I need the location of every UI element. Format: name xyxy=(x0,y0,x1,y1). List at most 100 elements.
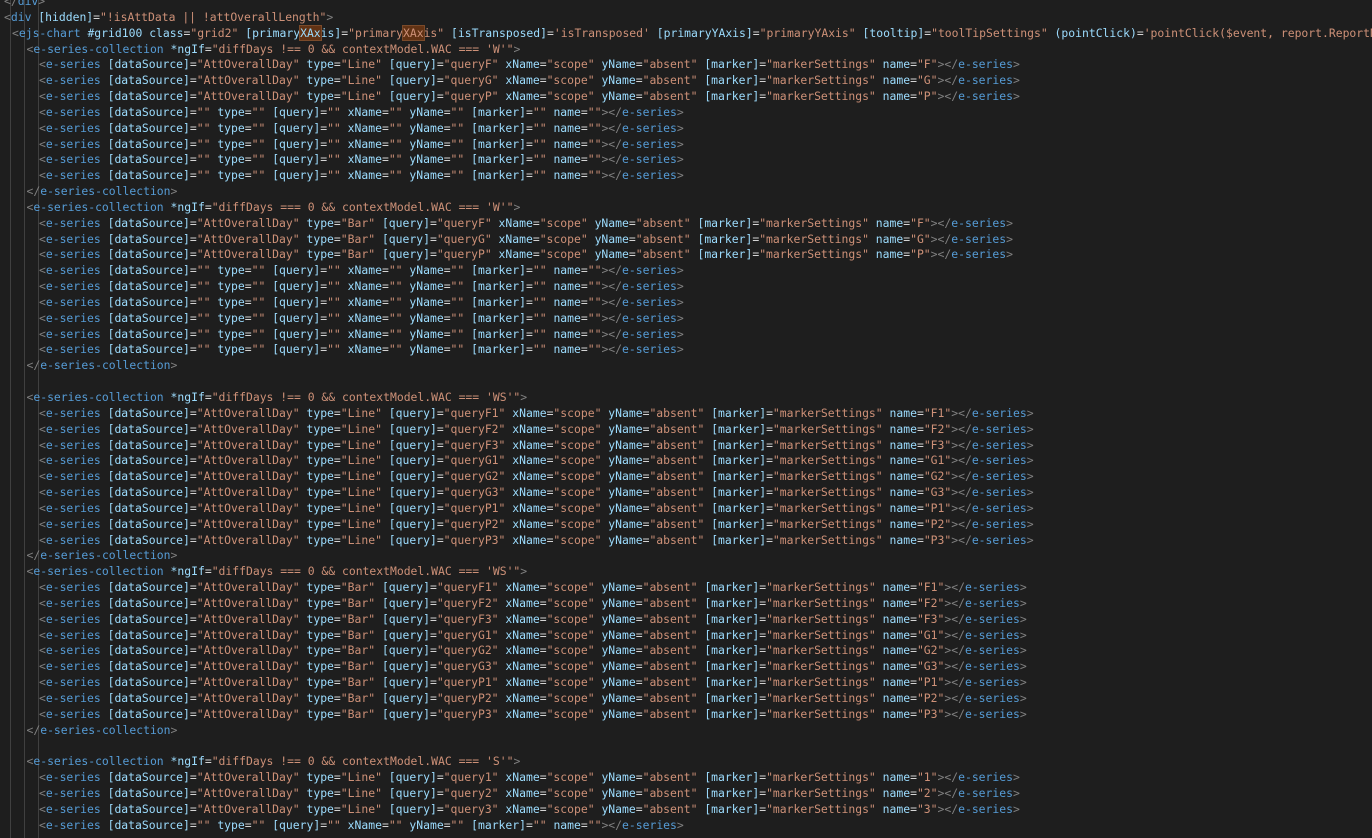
token-str: "absent" xyxy=(642,57,698,72)
token-str: "markerSettings" xyxy=(766,611,876,626)
token-p: = xyxy=(443,120,451,135)
token-attr: [query] xyxy=(388,453,437,468)
code-line[interactable]: <e-series [dataSource]="AttOverallDay" t… xyxy=(39,691,1027,707)
code-line[interactable]: <e-series [dataSource]="AttOverallDay" t… xyxy=(39,406,1034,422)
token-p: = xyxy=(916,485,924,500)
code-line[interactable]: <e-series [dataSource]="AttOverallDay" t… xyxy=(39,707,1027,723)
code-line[interactable]: <e-series [dataSource]="AttOverallDay" t… xyxy=(39,517,1034,533)
code-line[interactable]: <e-series [dataSource]="AttOverallDay" t… xyxy=(39,73,1020,89)
code-line[interactable]: <e-series [dataSource]="" type="" [query… xyxy=(39,342,684,358)
token-p: = xyxy=(381,120,389,135)
token-br: > xyxy=(1019,690,1027,705)
token-attr: name xyxy=(553,326,581,341)
code-line[interactable]: <e-series [dataSource]="AttOverallDay" t… xyxy=(39,57,1020,73)
token-str: "G" xyxy=(910,231,931,246)
code-line[interactable]: <e-series [dataSource]="AttOverallDay" t… xyxy=(39,770,1020,786)
code-line[interactable]: <e-series [dataSource]="AttOverallDay" t… xyxy=(39,216,1013,232)
code-line[interactable]: <e-series-collection *ngIf="diffDays !==… xyxy=(27,754,521,770)
token-tag: e-series xyxy=(45,279,101,294)
code-line[interactable]: <e-series [dataSource]="AttOverallDay" t… xyxy=(39,89,1020,105)
token-str: "queryF3" xyxy=(443,437,506,452)
token-str: "queryG" xyxy=(443,73,499,88)
code-line[interactable]: <e-series [dataSource]="AttOverallDay" t… xyxy=(39,422,1034,438)
code-line[interactable]: <e-series [dataSource]="" type="" [query… xyxy=(39,137,684,153)
code-editor[interactable]: </div> <div [hidden]="!isAttData || !attO… xyxy=(0,0,1372,838)
code-line[interactable]: <e-series [dataSource]="" type="" [query… xyxy=(39,263,684,279)
token-str: "AttOverallDay" xyxy=(196,643,300,658)
code-line[interactable]: <e-series [dataSource]="AttOverallDay" t… xyxy=(39,438,1034,454)
code-line[interactable]: <e-series [dataSource]="AttOverallDay" t… xyxy=(39,675,1027,691)
code-line[interactable]: <e-series [dataSource]="" type="" [query… xyxy=(39,327,684,343)
token-str: "" xyxy=(327,120,341,135)
code-line[interactable]: <e-series-collection *ngIf="diffDays ===… xyxy=(27,200,521,216)
token-tag: e-series xyxy=(45,817,101,832)
code-line[interactable]: <e-series [dataSource]="AttOverallDay" t… xyxy=(39,469,1034,485)
code-line[interactable]: <e-series [dataSource]="" type="" [query… xyxy=(39,295,684,311)
token-attr: name xyxy=(882,675,911,690)
token-str: "" xyxy=(388,152,403,167)
token-attr: type xyxy=(306,73,334,88)
token-tag: e-series xyxy=(45,263,101,278)
token-attr: [dataSource] xyxy=(107,580,190,595)
token-str: "Line" xyxy=(340,485,382,500)
code-line[interactable]: </e-series-collection> xyxy=(27,184,178,200)
code-line[interactable]: </e-series-collection> xyxy=(27,548,178,564)
token-str: "AttOverallDay" xyxy=(196,405,300,420)
code-line[interactable]: <div [hidden]="!isAttData || !attOverall… xyxy=(4,10,333,26)
token-p xyxy=(588,232,595,246)
token-p: = xyxy=(429,595,437,610)
code-line[interactable]: <e-series [dataSource]="AttOverallDay" t… xyxy=(39,501,1034,517)
code-line[interactable]: <e-series [dataSource]="AttOverallDay" t… xyxy=(39,533,1034,549)
code-line[interactable]: <e-series [dataSource]="AttOverallDay" t… xyxy=(39,247,1013,263)
code-line[interactable]: <e-series [dataSource]="AttOverallDay" t… xyxy=(39,485,1034,501)
code-line[interactable]: <e-series-collection *ngIf="diffDays !==… xyxy=(27,390,528,406)
token-str: "query1" xyxy=(443,770,499,785)
token-attr: xName xyxy=(512,421,547,436)
code-line[interactable]: <e-series [dataSource]="AttOverallDay" t… xyxy=(39,786,1020,802)
token-p: = xyxy=(539,706,547,721)
code-line[interactable]: <e-series [dataSource]="AttOverallDay" t… xyxy=(39,580,1027,596)
token-attr: type xyxy=(306,215,334,230)
token-br: < xyxy=(39,120,46,135)
code-line[interactable]: <e-series [dataSource]="AttOverallDay" t… xyxy=(39,612,1027,628)
code-line[interactable]: </div> xyxy=(4,0,45,10)
token-p: = xyxy=(244,326,252,341)
token-p: = xyxy=(381,342,389,357)
token-br: > xyxy=(676,342,684,357)
code-line[interactable]: <e-series [dataSource]="AttOverallDay" t… xyxy=(39,453,1034,469)
token-br: ></ xyxy=(944,690,965,705)
code-line[interactable]: <e-series [dataSource]="" type="" [query… xyxy=(39,168,684,184)
token-br: > xyxy=(1019,643,1027,658)
code-line[interactable]: </e-series-collection> xyxy=(27,358,178,374)
code-line[interactable]: <e-series [dataSource]="" type="" [query… xyxy=(39,818,684,834)
token-attr: [dataSource] xyxy=(107,231,190,246)
code-line[interactable]: <e-series [dataSource]="AttOverallDay" t… xyxy=(39,596,1027,612)
code-line[interactable]: <e-series [dataSource]="AttOverallDay" t… xyxy=(39,232,1013,248)
token-attr: [dataSource] xyxy=(107,817,190,832)
code-line[interactable]: </e-series-collection> xyxy=(27,723,178,739)
code-line[interactable]: <e-series [dataSource]="" type="" [query… xyxy=(39,152,684,168)
token-attr: xName xyxy=(512,516,547,531)
token-attr: [marker] xyxy=(697,215,753,230)
token-p xyxy=(101,501,108,515)
token-br: > xyxy=(170,358,178,373)
token-tag: e-series xyxy=(971,532,1027,547)
token-p: = xyxy=(436,405,444,420)
code-line[interactable]: <e-series-collection *ngIf="diffDays ===… xyxy=(27,564,528,580)
token-attr: [marker] xyxy=(704,690,760,705)
code-line[interactable]: <e-series [dataSource]="AttOverallDay" t… xyxy=(39,628,1027,644)
token-str: "absent" xyxy=(642,706,698,721)
code-line[interactable]: <e-series [dataSource]="" type="" [query… xyxy=(39,279,684,295)
code-line[interactable]: <e-series [dataSource]="" type="" [query… xyxy=(39,105,684,121)
token-str: "Line" xyxy=(340,532,382,547)
code-line[interactable]: <e-series [dataSource]="" type="" [query… xyxy=(39,121,684,137)
code-line[interactable]: <e-series [dataSource]="" type="" [query… xyxy=(39,311,684,327)
code-line[interactable]: <e-series-collection *ngIf="diffDays !==… xyxy=(27,42,521,58)
token-attr: name xyxy=(882,57,911,72)
token-tag: e-series xyxy=(622,120,677,135)
token-p: = xyxy=(580,120,588,135)
code-line[interactable]: <e-series [dataSource]="AttOverallDay" t… xyxy=(39,659,1027,675)
code-line[interactable]: <e-series [dataSource]="AttOverallDay" t… xyxy=(39,802,1020,818)
code-line[interactable]: <e-series [dataSource]="AttOverallDay" t… xyxy=(39,643,1027,659)
code-line[interactable]: <ejs-chart #grid100 class = "grid2" [prima… xyxy=(12,24,1372,42)
